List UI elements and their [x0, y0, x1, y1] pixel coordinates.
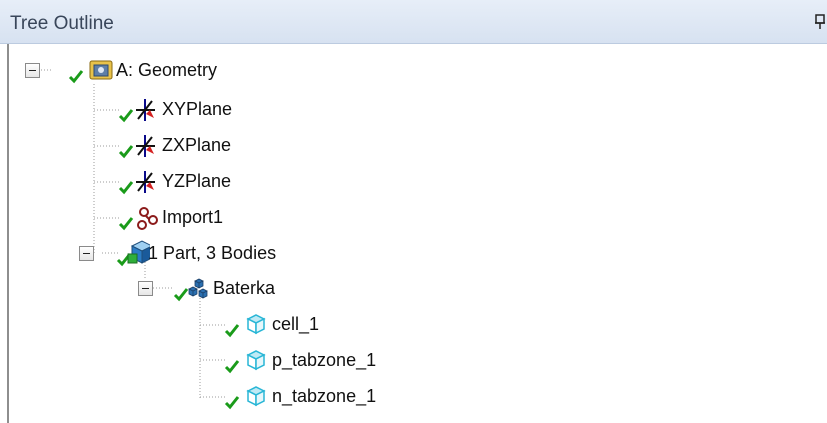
geometry-folder-icon	[68, 60, 113, 84]
tree-node-body[interactable]: p_tabzone_1	[224, 345, 376, 375]
tree-outline: A: Geometry XYPlane ZXPlane YZPlane Impo…	[0, 0, 827, 423]
tree-label-import: Import1	[162, 206, 224, 227]
tree-node-zxplane[interactable]: ZXPlane	[118, 130, 231, 160]
tree-label-body: cell_1	[272, 313, 320, 334]
collapse-toggle-baterka[interactable]	[138, 280, 153, 296]
tree-label-plane: YZPlane	[162, 170, 232, 191]
tree-node-geometry[interactable]: A: Geometry	[25, 55, 217, 85]
tree-node-import[interactable]: Import1	[118, 202, 223, 232]
tree-label-body: n_tabzone_1	[272, 385, 377, 406]
solid-body-icon	[224, 350, 266, 374]
tree-node-body[interactable]: cell_1	[224, 309, 319, 339]
tree-node-parts[interactable]: 1 Part, 3 Bodies	[79, 238, 276, 268]
tree-label-plane: XYPlane	[162, 98, 233, 119]
tree-node-xyplane[interactable]: XYPlane	[118, 94, 232, 124]
tree-node-body[interactable]: n_tabzone_1	[224, 381, 376, 411]
tree-node-baterka[interactable]: Baterka	[138, 273, 275, 303]
tree-label-geometry: A: Geometry	[116, 59, 218, 80]
collapse-toggle-geometry[interactable]	[25, 62, 40, 78]
parts-cube-icon	[116, 240, 150, 267]
multibody-part-icon	[173, 278, 208, 302]
solid-body-icon	[224, 314, 266, 338]
tree-label-plane: ZXPlane	[162, 134, 232, 155]
tree-node-yzplane[interactable]: YZPlane	[118, 166, 231, 196]
tree-label-parts: 1 Part, 3 Bodies	[148, 242, 277, 263]
solid-body-icon	[224, 386, 266, 410]
tree-label-baterka: Baterka	[213, 277, 276, 298]
collapse-toggle-parts[interactable]	[79, 245, 94, 261]
tree-label-body: p_tabzone_1	[272, 349, 377, 370]
